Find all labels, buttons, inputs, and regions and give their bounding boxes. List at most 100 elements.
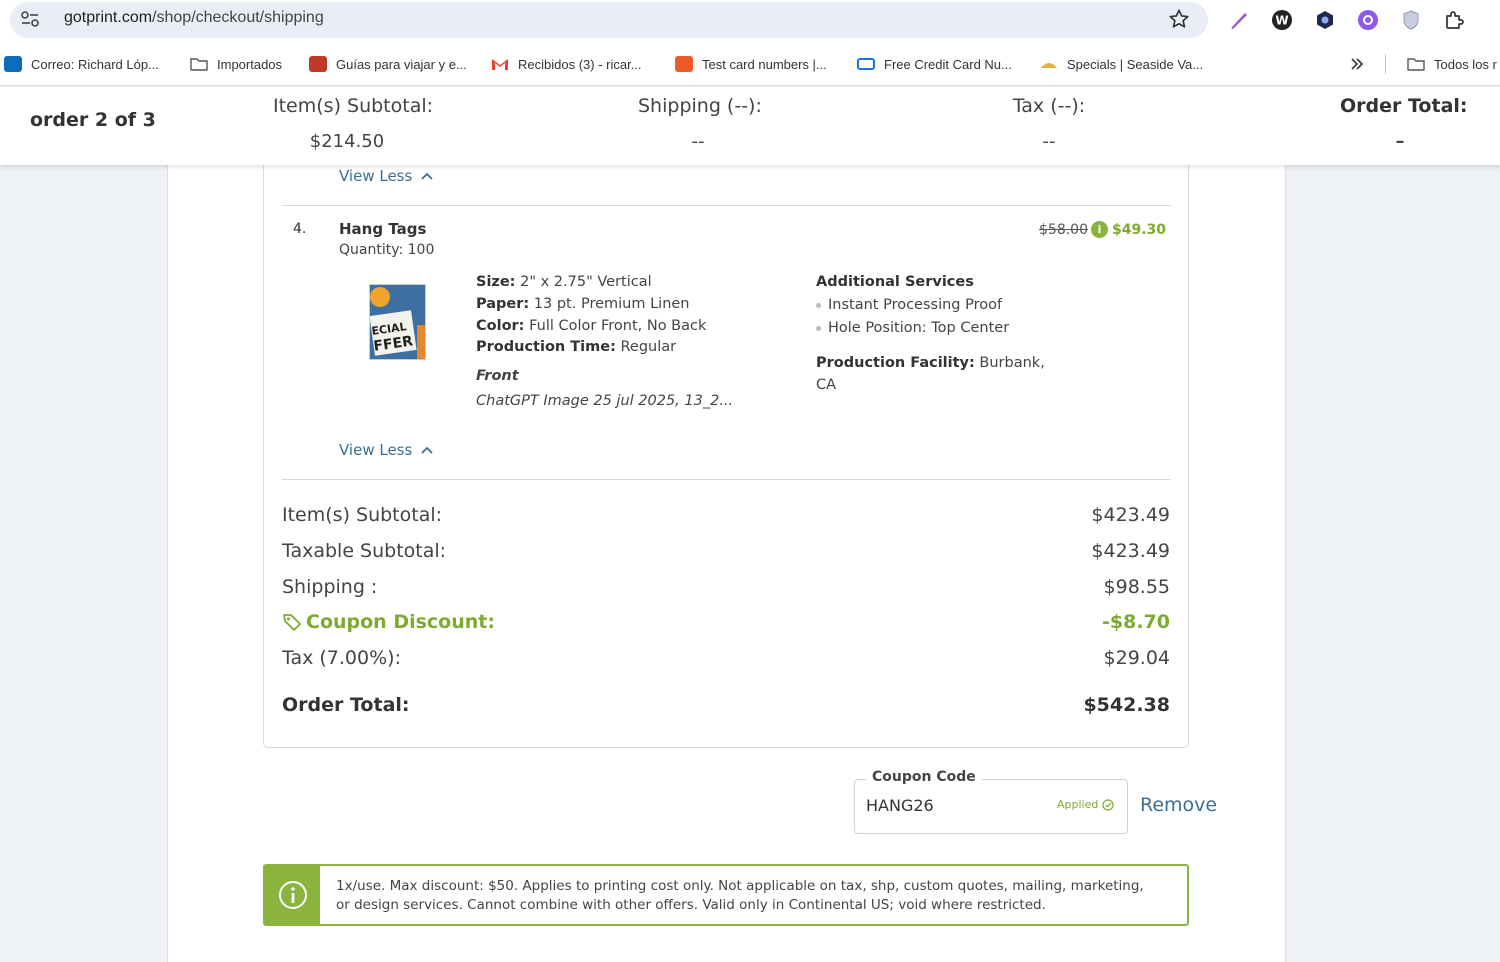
- bookmark-todos[interactable]: Todos los r: [1407, 54, 1497, 74]
- view-less-label: View Less: [339, 441, 413, 459]
- extensions-puzzle-icon[interactable]: [1443, 9, 1465, 31]
- bar-total: Order Total: –: [1340, 95, 1468, 152]
- bookmarks-separator: [1385, 54, 1386, 74]
- tag-icon: [283, 614, 301, 631]
- w-extension-icon[interactable]: W: [1271, 9, 1293, 31]
- bar-tax-value: --: [1042, 131, 1056, 152]
- service-label: Instant Processing Proof: [828, 297, 1003, 313]
- bookmark-specials[interactable]: Specials | Seaside Va...: [1040, 54, 1203, 74]
- discount-info-icon[interactable]: i: [1091, 221, 1108, 238]
- bookmark-label: Correo: Richard Lóp...: [31, 56, 159, 72]
- front-file-name: ChatGPT Image 25 jul 2025, 13_2...: [476, 393, 734, 409]
- order-summary-bar: order 2 of 3 Item(s) Subtotal: $214.50 S…: [0, 87, 1500, 165]
- coupon-terms-banner: 1x/use. Max discount: $50. Applies to pr…: [263, 864, 1189, 926]
- bar-subtotal: Item(s) Subtotal: $214.50: [273, 95, 434, 152]
- gmail-icon: [492, 59, 508, 70]
- spec-label: Production Time:: [476, 339, 616, 355]
- summary-tax-value: $29.04: [1103, 647, 1170, 669]
- summary-taxable-value: $423.49: [1091, 540, 1170, 562]
- bookmark-label: Free Credit Card Nu...: [884, 56, 1012, 72]
- remove-coupon-link[interactable]: Remove: [1140, 794, 1217, 816]
- spec-value: 2" x 2.75" Vertical: [515, 274, 652, 290]
- summary-shipping-value: $98.55: [1103, 576, 1170, 598]
- shield-extension-icon[interactable]: [1400, 9, 1422, 31]
- coupon-terms-text: 1x/use. Max discount: $50. Applies to pr…: [336, 878, 1144, 913]
- front-label: Front: [476, 368, 519, 384]
- spec-color: Color: Full Color Front, No Back: [476, 318, 706, 334]
- seaside-icon: [1041, 63, 1057, 68]
- bookmark-test-cards[interactable]: Test card numbers |...: [675, 54, 827, 74]
- info-icon: [278, 881, 307, 909]
- bookmark-guias[interactable]: Guías para viajar y e...: [309, 54, 467, 74]
- address-bar-row: gotprint.com/shop/checkout/shipping W: [0, 0, 1500, 42]
- spec-value: 13 pt. Premium Linen: [529, 296, 690, 312]
- outlook-icon: [4, 56, 22, 72]
- spec-size: Size: 2" x 2.75" Vertical: [476, 274, 652, 290]
- summary-divider: [282, 479, 1171, 480]
- bookmark-label: Recibidos (3) - ricar...: [518, 56, 642, 72]
- summary-coupon-label: Coupon Discount:: [282, 611, 495, 633]
- view-less-label: View Less: [339, 167, 413, 185]
- spec-value: Full Color Front, No Back: [524, 318, 707, 334]
- thumbnail-image: ECIAL FFER: [370, 285, 425, 359]
- bar-subtotal-label: Item(s) Subtotal:: [273, 95, 434, 117]
- service-label: Hole Position: Top Center: [828, 320, 1010, 336]
- summary-taxable-label: Taxable Subtotal:: [282, 540, 447, 562]
- test-card-icon: [675, 56, 693, 72]
- additional-service-item: Instant Processing Proof: [816, 297, 1002, 313]
- summary-total-label: Order Total:: [282, 694, 410, 716]
- bar-subtotal-value: $214.50: [309, 131, 385, 152]
- facility-label: Production Facility:: [816, 355, 975, 371]
- production-facility: Production Facility: Burbank, CA: [816, 352, 1056, 396]
- bookmark-label: Importados: [217, 56, 283, 72]
- item-quantity: Quantity: 100: [339, 242, 435, 258]
- coupon-code-legend: Coupon Code: [866, 769, 982, 785]
- spec-production-time: Production Time: Regular: [476, 339, 676, 355]
- bookmark-label: Todos los r: [1434, 56, 1497, 72]
- bar-tax-label: Tax (--):: [1012, 95, 1086, 117]
- additional-services-title: Additional Services: [816, 274, 974, 290]
- bookmark-free-credit-card[interactable]: Free Credit Card Nu...: [857, 54, 1012, 74]
- bookmark-star-icon[interactable]: [1168, 8, 1190, 30]
- bar-shipping: Shipping (--): --: [638, 95, 762, 152]
- coupon-discount-label: Coupon Discount:: [306, 611, 495, 633]
- url-domain: gotprint.com: [64, 9, 153, 26]
- view-less-link[interactable]: View Less: [339, 441, 434, 459]
- item-divider: [282, 205, 1171, 206]
- bookmark-label: Guías para viajar y e...: [336, 56, 467, 72]
- summary-shipping-label: Shipping :: [282, 576, 378, 598]
- banner-icon-area: [265, 866, 320, 924]
- price-original: $58.00: [1039, 222, 1088, 238]
- spec-label: Paper:: [476, 296, 530, 312]
- summary-coupon-value: -$8.70: [1102, 611, 1170, 633]
- bar-shipping-value: --: [691, 131, 705, 152]
- bookmark-label: Specials | Seaside Va...: [1067, 56, 1204, 72]
- coupon-code-input[interactable]: HANG26: [866, 796, 934, 815]
- check-circle-icon: [1102, 798, 1114, 811]
- svg-text:W: W: [1275, 14, 1288, 28]
- bookmark-gmail[interactable]: Recibidos (3) - ricar...: [491, 54, 642, 74]
- order-progress-title: order 2 of 3: [30, 109, 156, 131]
- spec-label: Color:: [476, 318, 525, 334]
- hexagon-extension-icon[interactable]: [1314, 9, 1336, 31]
- pen-extension-icon[interactable]: [1228, 9, 1250, 31]
- bookmark-importados[interactable]: Importados: [190, 54, 282, 74]
- url-path: /shop/checkout/shipping: [152, 9, 324, 26]
- bookmark-label: Test card numbers |...: [702, 56, 827, 72]
- view-less-link-top[interactable]: View Less: [339, 167, 434, 185]
- bookmark-outlook[interactable]: Correo: Richard Lóp...: [4, 54, 159, 74]
- product-thumbnail[interactable]: ECIAL FFER: [369, 284, 426, 360]
- double-chevron-right-icon: [1351, 58, 1364, 70]
- url-text[interactable]: gotprint.com/shop/checkout/shipping: [64, 9, 324, 27]
- bar-total-value: –: [1395, 131, 1405, 152]
- bookmarks-bar: Correo: Richard Lóp... Importados Guías …: [0, 42, 1500, 86]
- bookmarks-overflow-button[interactable]: [1349, 54, 1365, 74]
- price-discounted: $49.30: [1112, 222, 1167, 238]
- site-settings-icon[interactable]: [20, 10, 40, 28]
- chevron-up-icon: [421, 172, 433, 180]
- purple-extension-icon[interactable]: [1357, 9, 1379, 31]
- folder-icon: [1407, 58, 1425, 71]
- bullet-icon: [816, 302, 821, 308]
- spec-value: Regular: [615, 339, 677, 355]
- summary-subtotal-label: Item(s) Subtotal:: [282, 504, 443, 526]
